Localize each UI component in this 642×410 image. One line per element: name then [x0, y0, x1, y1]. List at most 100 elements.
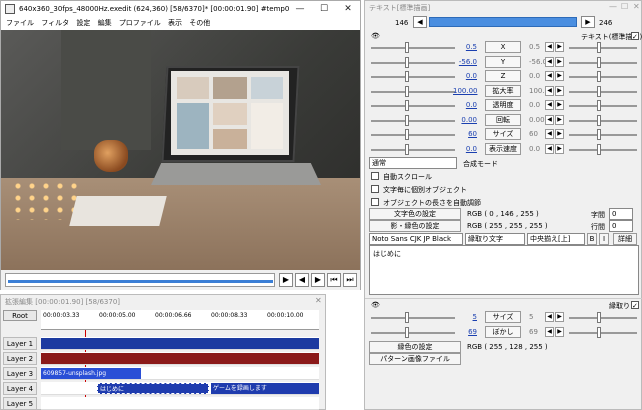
param-slider-thumb[interactable]: [597, 312, 601, 323]
param-name-button[interactable]: サイズ: [485, 128, 521, 140]
param-value-left[interactable]: -56.0: [453, 58, 477, 66]
object-enable-checkbox[interactable]: ✓: [631, 32, 639, 41]
menu-profile[interactable]: プロファイル: [119, 17, 161, 30]
arrow-left-icon[interactable]: ◀: [545, 143, 554, 154]
arrow-right-icon[interactable]: ▶: [555, 100, 564, 110]
close-button[interactable]: ✕: [336, 1, 360, 17]
param-slider-left[interactable]: [371, 134, 455, 136]
panel-maximize-icon[interactable]: ☐: [621, 2, 628, 11]
param-slider-left[interactable]: [371, 331, 455, 334]
layer-label[interactable]: Layer 5: [3, 397, 37, 410]
shadow-color-button[interactable]: 影・縁色の設定: [369, 220, 461, 232]
param-slider-thumb[interactable]: [405, 326, 409, 338]
play-icon[interactable]: ▶: [279, 273, 293, 287]
layer-lane[interactable]: [41, 352, 319, 365]
param-slider-thumb[interactable]: [597, 143, 601, 155]
arrow-right-icon[interactable]: ▶: [555, 71, 564, 81]
param-slider-thumb[interactable]: [597, 42, 601, 53]
param-slider-thumb[interactable]: [597, 71, 601, 82]
param-slider-right[interactable]: [569, 105, 637, 107]
param-slider-thumb[interactable]: [405, 129, 409, 140]
param-slider-left[interactable]: [371, 148, 455, 151]
param-slider-left[interactable]: [371, 317, 455, 319]
pattern-image-button[interactable]: パターン画像ファイル: [369, 353, 461, 365]
layer-lane[interactable]: はじめに ゲームを録画します: [41, 382, 319, 395]
param-slider-right[interactable]: [569, 148, 637, 151]
param-name-button[interactable]: 回転: [485, 113, 521, 126]
maximize-button[interactable]: ☐: [312, 1, 336, 17]
param-slider-thumb[interactable]: [597, 129, 601, 140]
param-name-button[interactable]: Z: [485, 70, 521, 82]
end-icon[interactable]: ⏭: [343, 273, 357, 287]
arrow-left-icon[interactable]: ◀: [545, 71, 554, 81]
param-value-left[interactable]: 0.00: [453, 116, 477, 124]
param-slider-right[interactable]: [569, 76, 637, 78]
param-slider-left[interactable]: [371, 90, 455, 93]
menu-file[interactable]: ファイル: [6, 17, 34, 30]
param-name-button[interactable]: サイズ: [485, 311, 521, 323]
param-slider-thumb[interactable]: [405, 56, 409, 68]
param-name-button[interactable]: Y: [485, 55, 521, 68]
border-enable-checkbox[interactable]: ✓: [631, 301, 639, 310]
param-slider-right[interactable]: [569, 47, 637, 49]
arrow-right-icon[interactable]: ▶: [555, 85, 564, 96]
param-name-button[interactable]: ぼかし: [485, 325, 521, 338]
param-value-left[interactable]: 0.0: [453, 145, 477, 153]
param-name-button[interactable]: 透明度: [485, 99, 521, 111]
arrow-left-icon[interactable]: ◀: [545, 129, 554, 139]
clip-layer2[interactable]: [41, 353, 319, 364]
blend-mode-select[interactable]: 通常: [369, 157, 457, 169]
param-value-left[interactable]: 5: [453, 313, 477, 321]
param-value-left[interactable]: 0.0: [453, 101, 477, 109]
param-slider-right[interactable]: [569, 331, 637, 334]
arrow-left-icon[interactable]: ◀: [545, 114, 554, 125]
arrow-right-icon[interactable]: ▶: [555, 326, 564, 337]
next-keyframe-icon[interactable]: ▶: [581, 16, 595, 28]
param-slider-thumb[interactable]: [405, 85, 409, 97]
param-slider-thumb[interactable]: [405, 100, 409, 111]
arrow-right-icon[interactable]: ▶: [555, 56, 564, 67]
arrow-left-icon[interactable]: ◀: [545, 42, 554, 52]
layer-label[interactable]: Layer 4: [3, 382, 37, 395]
arrow-left-icon[interactable]: ◀: [545, 56, 554, 67]
prev-keyframe-icon[interactable]: ◀: [413, 16, 427, 28]
line-spacing-input[interactable]: 0: [609, 220, 633, 232]
text-content-input[interactable]: はじめに: [369, 245, 639, 295]
arrow-right-icon[interactable]: ▶: [555, 42, 564, 52]
arrow-right-icon[interactable]: ▶: [555, 143, 564, 154]
root-button[interactable]: Root: [3, 310, 37, 321]
param-slider-left[interactable]: [371, 61, 455, 64]
menu-view[interactable]: 表示: [168, 17, 182, 30]
param-slider-right[interactable]: [569, 134, 637, 136]
param-value-left[interactable]: 0.5: [453, 43, 477, 51]
param-slider-left[interactable]: [371, 76, 455, 78]
arrow-left-icon[interactable]: ◀: [545, 326, 554, 337]
clip-layer1[interactable]: [41, 338, 319, 349]
arrow-right-icon[interactable]: ▶: [555, 129, 564, 139]
clip-text-record[interactable]: ゲームを録画します: [211, 383, 319, 394]
param-slider-thumb[interactable]: [597, 100, 601, 111]
style-select[interactable]: 縁取り文字: [465, 233, 525, 245]
auto-scroll-checkbox[interactable]: [371, 172, 379, 180]
clip-image[interactable]: 609857-unsplash.jpg: [41, 368, 141, 379]
text-color-button[interactable]: 文字色の設定: [369, 208, 461, 220]
timeline-close-icon[interactable]: ✕: [315, 296, 325, 306]
align-select[interactable]: 中央揃え[上]: [527, 233, 585, 245]
param-slider-left[interactable]: [371, 105, 455, 107]
frame-range-slider[interactable]: [429, 17, 577, 27]
param-slider-thumb[interactable]: [405, 114, 409, 126]
param-value-left[interactable]: 0.0: [453, 72, 477, 80]
arrow-left-icon[interactable]: ◀: [545, 100, 554, 110]
arrow-left-icon[interactable]: ◀: [545, 85, 554, 96]
time-ruler[interactable]: 00:00:03.33 00:00:05.00 00:00:06.66 00:0…: [41, 310, 319, 330]
bold-button[interactable]: B: [587, 233, 597, 245]
param-slider-right[interactable]: [569, 90, 637, 93]
param-name-button[interactable]: 表示速度: [485, 142, 521, 155]
layer-lane[interactable]: 609857-unsplash.jpg: [41, 367, 319, 380]
menu-edit[interactable]: 編集: [98, 17, 112, 30]
italic-button[interactable]: I: [599, 233, 609, 245]
detail-button[interactable]: 詳細: [613, 233, 637, 245]
per-char-checkbox[interactable]: [371, 185, 379, 193]
menu-settings[interactable]: 設定: [76, 17, 90, 30]
title-bar[interactable]: 640x360_30fps_48000Hz.exedit (624,360) […: [1, 1, 360, 17]
